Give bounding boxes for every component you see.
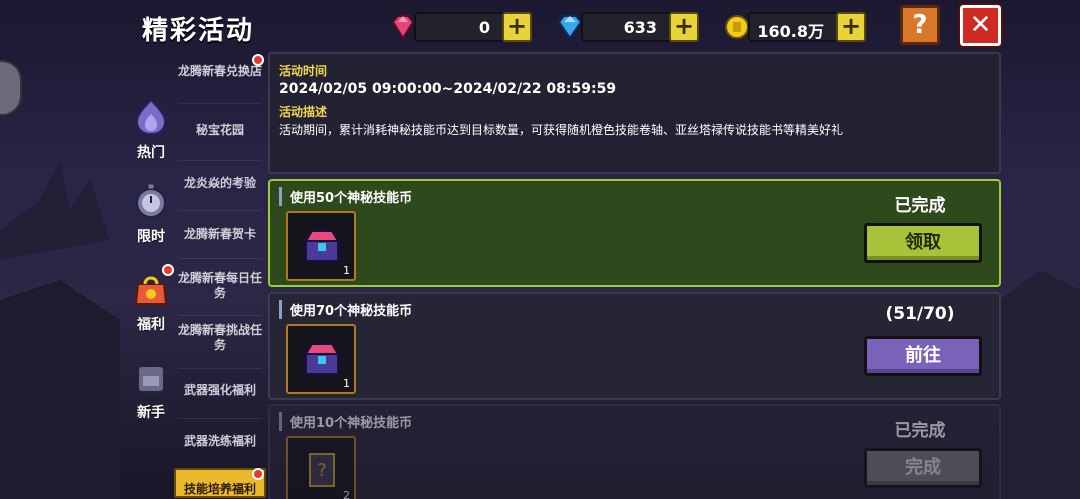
submenu-item-daily-tasks[interactable]: 龙腾新春每日任务	[174, 271, 266, 301]
reward-quantity: 1	[343, 377, 350, 390]
reward-slot[interactable]: ? 2	[286, 436, 356, 499]
activity-time-value: 2024/02/05 09:00:00~2024/02/22 08:59:59	[279, 81, 617, 97]
completed-button: 完成	[864, 448, 982, 488]
submenu-item-dragon-trial[interactable]: 龙炎焱的考验	[174, 176, 266, 191]
go-button[interactable]: 前往	[864, 336, 982, 376]
welfare-badge	[162, 264, 174, 276]
task-status: 已完成	[894, 421, 946, 441]
category-welfare[interactable]: 福利	[126, 270, 176, 334]
gem-counter: 0 +	[414, 12, 532, 42]
task-title: 使用50个神秘技能币	[279, 187, 412, 206]
activity-desc-label: 活动描述	[279, 105, 328, 119]
activity-desc-value: 活动期间，累计消耗神秘技能币达到目标数量，可获得随机橙色技能卷轴、亚丝塔禄传说技…	[279, 123, 844, 137]
backpack-icon	[137, 360, 165, 393]
task-progress: (51/70)	[885, 304, 955, 324]
reward-quantity: 2	[343, 489, 350, 499]
svg-text:?: ?	[317, 460, 327, 481]
gem-value: 0	[478, 18, 490, 37]
claim-button[interactable]: 领取	[864, 223, 982, 263]
task-card: 使用10个神秘技能币 ? 2 已完成 完成	[268, 404, 1001, 499]
category-limited[interactable]: 限时	[126, 182, 176, 246]
purple-flame-icon	[135, 98, 167, 136]
page-title: 精彩活动	[142, 16, 255, 46]
category-limited-label: 限时	[137, 229, 165, 245]
gold-counter: 160.8万 +	[748, 12, 866, 42]
add-diamond-button[interactable]: +	[669, 12, 699, 42]
activity-time-label: 活动时间	[279, 64, 328, 78]
reward-quantity: 1	[343, 264, 350, 277]
add-gem-button[interactable]: +	[502, 12, 532, 42]
task-status: 已完成	[894, 196, 946, 216]
add-gold-button[interactable]: +	[836, 12, 866, 42]
submenu-item-treasure-garden[interactable]: 秘宝花园	[174, 123, 266, 138]
submenu-item-weapon-enhance[interactable]: 武器强化福利	[174, 383, 266, 398]
reward-slot[interactable]: 1	[286, 324, 356, 394]
submenu-item-challenge-tasks[interactable]: 龙腾新春挑战任务	[174, 323, 266, 353]
side-avatar[interactable]	[0, 60, 22, 116]
task-title: 使用10个神秘技能币	[279, 412, 412, 431]
diamond-counter: 633 +	[581, 12, 699, 42]
task-title: 使用70个神秘技能币	[279, 300, 412, 319]
exchange-shop-badge	[252, 54, 264, 66]
submenu-item-new-year-card[interactable]: 龙腾新春贺卡	[174, 227, 266, 242]
task-card: 使用50个神秘技能币 1 已完成 领取	[268, 179, 1001, 287]
help-button[interactable]: ?	[900, 5, 940, 45]
category-hot-label: 热门	[137, 145, 165, 161]
task-card: 使用70个神秘技能币 1 (51/70) 前往	[268, 292, 1001, 400]
submenu-item-weapon-refine[interactable]: 武器洗练福利	[174, 434, 266, 449]
category-hot[interactable]: 热门	[126, 98, 176, 162]
skill-training-badge	[252, 468, 264, 480]
category-welfare-label: 福利	[137, 317, 165, 333]
gold-value: 160.8万	[757, 22, 824, 41]
reward-slot[interactable]: 1	[286, 211, 356, 281]
close-button[interactable]: ✕	[958, 3, 1003, 48]
gift-bag-icon	[134, 276, 168, 305]
activity-info-panel: 活动时间 2024/02/05 09:00:00~2024/02/22 08:5…	[268, 52, 1001, 174]
skill-chest-icon	[304, 230, 340, 262]
submenu-item-exchange-shop[interactable]: 龙腾新春兑换店	[174, 64, 266, 79]
category-newbie[interactable]: 新手	[126, 358, 176, 422]
diamond-value: 633	[623, 18, 657, 37]
skill-scroll-icon: ?	[309, 453, 335, 487]
activity-submenu: 龙腾新春兑换店 秘宝花园 龙炎焱的考验 龙腾新春贺卡 龙腾新春每日任务 龙腾新春…	[174, 50, 266, 499]
skill-chest-icon	[304, 343, 340, 375]
stopwatch-icon	[136, 183, 166, 218]
category-newbie-label: 新手	[137, 405, 165, 421]
